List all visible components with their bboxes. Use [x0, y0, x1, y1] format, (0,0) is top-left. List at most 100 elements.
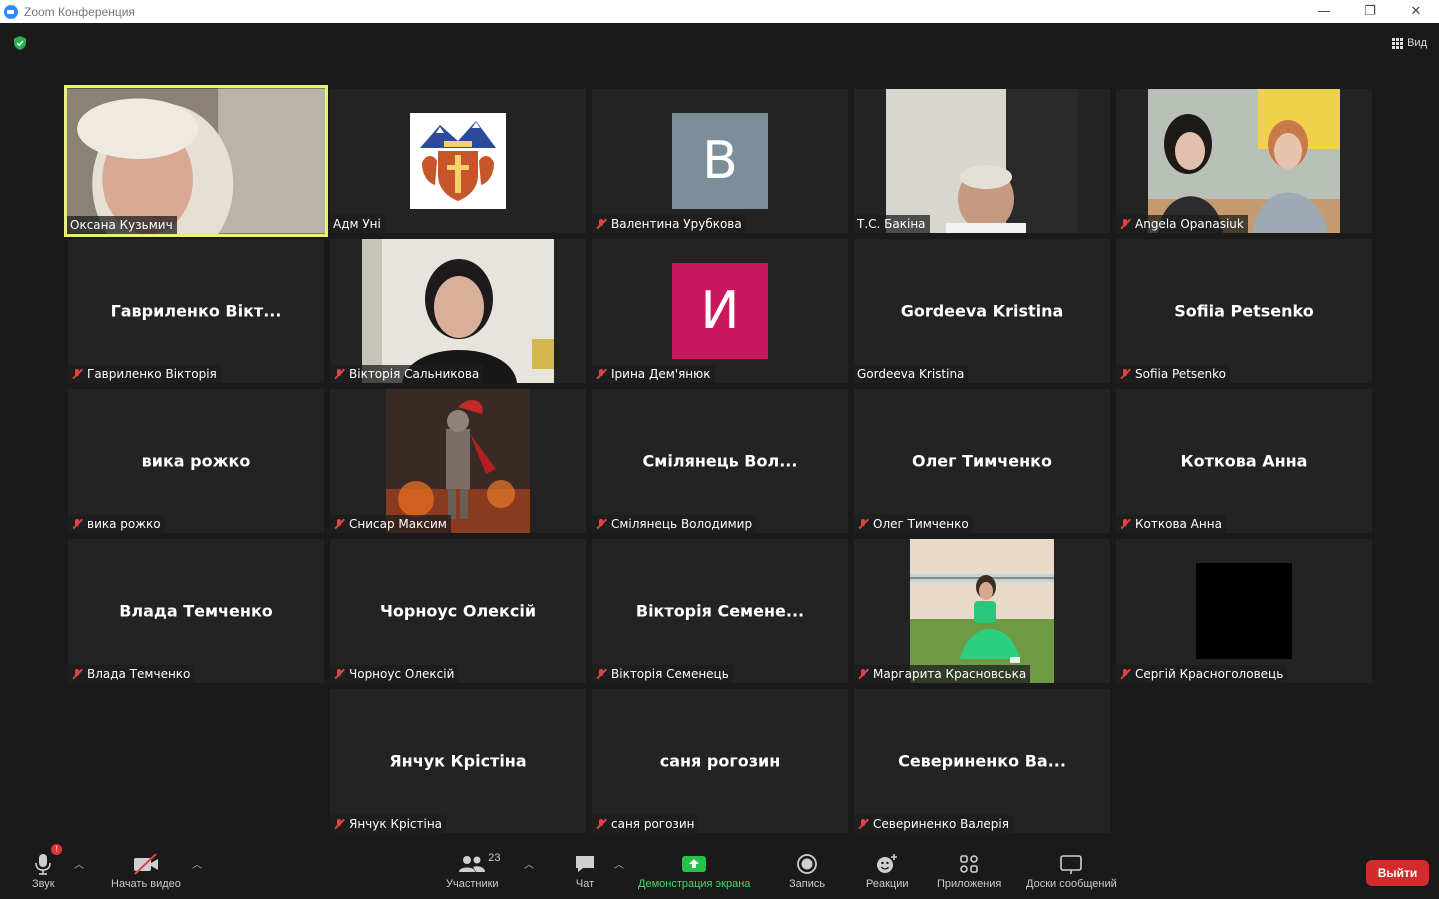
participant-display-name: Янчук Крістіна	[389, 751, 527, 771]
chat-options-chevron-up-icon[interactable]: ︿	[614, 856, 624, 871]
participants-options-chevron-up-icon[interactable]: ︿	[524, 856, 534, 871]
participants-button[interactable]: 23 Участники	[446, 850, 501, 890]
whiteboards-label: Доски сообщений	[1026, 878, 1117, 890]
participant-tile[interactable]: Смілянець Вол... Смілянець Володимир	[592, 389, 848, 533]
participant-name: саня рогозин	[611, 817, 695, 831]
microphone-muted-icon	[857, 518, 869, 530]
participant-tile[interactable]: Сергій Красноголовець	[1116, 539, 1372, 683]
chat-label: Чат	[575, 878, 595, 890]
start-video-button[interactable]: Начать видео	[111, 850, 181, 890]
whiteboard-icon	[1059, 850, 1083, 878]
participant-tile[interactable]: Влада Темченко Влада Темченко	[68, 539, 324, 683]
participant-name: Сергій Красноголовець	[1135, 667, 1284, 681]
leave-meeting-button[interactable]: Выйти	[1366, 860, 1429, 886]
participant-tile[interactable]: Севериненко Ва... Севериненко Валерія	[854, 689, 1110, 833]
participant-tile[interactable]: В Валентина Урубкова	[592, 89, 848, 233]
participant-tile[interactable]: вика рожко вика рожко	[68, 389, 324, 533]
participants-count: 23	[488, 852, 501, 864]
view-label: Вид	[1407, 37, 1427, 49]
window-title: Zoom Конференция	[24, 4, 135, 19]
participant-name: вика рожко	[87, 517, 161, 531]
participant-name: Янчук Крістіна	[349, 817, 443, 831]
participant-tile[interactable]: Т.С. Бакіна	[854, 89, 1110, 233]
participant-tile[interactable]: Вікторія Сальникова	[330, 239, 586, 383]
whiteboards-button[interactable]: Доски сообщений	[1026, 850, 1117, 890]
participant-display-name: Gordeeva Kristina	[900, 301, 1064, 321]
participant-tile[interactable]: саня рогозин саня рогозин	[592, 689, 848, 833]
microphone-muted-icon	[595, 518, 607, 530]
participant-name-caption: саня рогозин	[592, 815, 699, 833]
participant-name: Вікторія Семенець	[611, 667, 729, 681]
video-options-chevron-up-icon[interactable]: ︿	[192, 856, 202, 871]
participant-display-name: Чорноус Олексій	[379, 601, 537, 621]
participant-tile[interactable]: Адм Уні	[330, 89, 586, 233]
microphone-muted-icon	[71, 668, 83, 680]
meeting-toolbar: ! Звук ︿ Начать видео ︿ 23 Участники ︿ Ч…	[0, 842, 1439, 899]
apps-button[interactable]: Приложения	[937, 850, 1001, 890]
participant-tile[interactable]: Angela Opanasiuk	[1116, 89, 1372, 233]
participant-name-caption: Sofiia Petsenko	[1116, 365, 1231, 383]
participant-tile[interactable]: Снисар Максим	[330, 389, 586, 533]
security-shield-icon[interactable]	[12, 35, 28, 51]
chat-button[interactable]: Чат	[573, 850, 597, 890]
participant-name-caption: Т.С. Бакіна	[854, 215, 930, 233]
microphone-muted-icon	[857, 818, 869, 830]
view-button[interactable]: Вид	[1386, 32, 1433, 54]
participants-label: Участники	[446, 878, 499, 890]
reactions-button[interactable]: Реакции	[866, 850, 909, 890]
participant-name-caption: Сергій Красноголовець	[1116, 665, 1288, 683]
microphone-muted-icon	[333, 818, 345, 830]
participant-name-caption: Чорноус Олексій	[330, 665, 459, 683]
close-button[interactable]: ✕	[1393, 0, 1439, 23]
participant-tile[interactable]: Олег Тимченко Олег Тимченко	[854, 389, 1110, 533]
participant-tile[interactable]: И Ірина Дем'янюк	[592, 239, 848, 383]
participant-name-caption: Олег Тимченко	[854, 515, 973, 533]
microphone-muted-icon	[333, 518, 345, 530]
participant-display-name: саня рогозин	[659, 751, 781, 771]
participant-display-name: Севериненко Ва...	[898, 751, 1066, 771]
participant-name: Смілянець Володимир	[611, 517, 753, 531]
microphone-muted-icon	[1119, 368, 1131, 380]
participant-name-caption: Гавриленко Вікторія	[68, 365, 221, 383]
participant-name: Влада Темченко	[87, 667, 191, 681]
share-screen-button[interactable]: Демонстрация экрана	[638, 850, 750, 890]
participant-tile[interactable]: Вікторія Семене... Вікторія Семенець	[592, 539, 848, 683]
microphone-muted-icon	[333, 668, 345, 680]
participant-avatar: В	[672, 113, 768, 209]
restore-button[interactable]: ❐	[1347, 0, 1393, 23]
participant-display-name: вика рожко	[141, 451, 251, 471]
participant-name-caption: Gordeeva Kristina	[854, 365, 969, 383]
participant-tile[interactable]: Коткова Анна Коткова Анна	[1116, 389, 1372, 533]
apps-icon	[958, 850, 980, 878]
participant-tile[interactable]: Чорноус Олексій Чорноус Олексій	[330, 539, 586, 683]
audio-button[interactable]: ! Звук	[32, 844, 63, 890]
participant-name-caption: вика рожко	[68, 515, 165, 533]
participant-name-caption: Вікторія Сальникова	[330, 365, 484, 383]
participant-tile[interactable]: Sofiia Petsenko Sofiia Petsenko	[1116, 239, 1372, 383]
participant-tile[interactable]: Gordeeva Kristina Gordeeva Kristina	[854, 239, 1110, 383]
participant-tile[interactable]: Маргарита Красновська	[854, 539, 1110, 683]
microphone-muted-icon	[333, 368, 345, 380]
participant-name: Олег Тимченко	[873, 517, 969, 531]
participant-tile[interactable]: Оксана Кузьмич	[64, 85, 328, 237]
record-button[interactable]: Запись	[789, 850, 825, 890]
minimize-button[interactable]: —	[1301, 0, 1347, 23]
window-title-bar: Zoom Конференция — ❐ ✕	[0, 0, 1439, 23]
microphone-muted-icon: !	[32, 844, 63, 878]
audio-options-chevron-up-icon[interactable]: ︿	[74, 856, 84, 871]
microphone-muted-icon	[595, 818, 607, 830]
participant-name: Вікторія Сальникова	[349, 367, 480, 381]
participant-name: Sofiia Petsenko	[1135, 367, 1227, 381]
participant-tile[interactable]: Гавриленко Вікт... Гавриленко Вікторія	[68, 239, 324, 383]
participant-name: Гавриленко Вікторія	[87, 367, 217, 381]
record-icon	[796, 850, 818, 878]
smiley-plus-icon	[875, 850, 899, 878]
participant-display-name: Коткова Анна	[1180, 451, 1308, 471]
participant-name: Севериненко Валерія	[873, 817, 1009, 831]
participant-name-caption: Адм Уні	[330, 215, 385, 233]
participant-display-name: Вікторія Семене...	[635, 601, 805, 621]
participant-tile[interactable]: Янчук Крістіна Янчук Крістіна	[330, 689, 586, 833]
participant-name-caption: Вікторія Семенець	[592, 665, 733, 683]
participant-display-name: Влада Темченко	[119, 601, 273, 621]
share-label: Демонстрация экрана	[638, 878, 751, 890]
